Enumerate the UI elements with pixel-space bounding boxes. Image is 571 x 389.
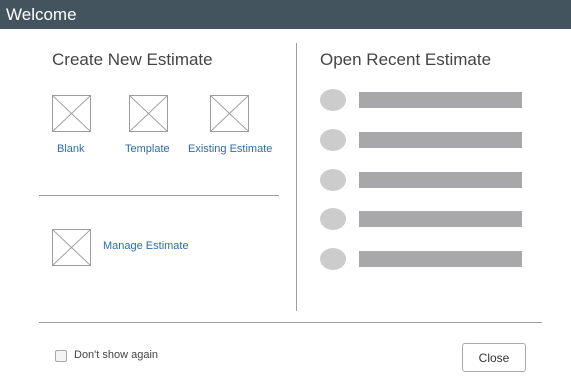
recent-estimate-item[interactable] (320, 129, 530, 151)
blank-image-placeholder-icon[interactable] (52, 95, 91, 132)
recent-item-thumbnail (320, 169, 346, 191)
recent-item-thumbnail (320, 208, 346, 230)
template-image-placeholder-icon[interactable] (129, 95, 168, 132)
recent-item-name-placeholder (359, 132, 522, 148)
recent-item-thumbnail (320, 89, 346, 111)
recent-estimate-item[interactable] (320, 169, 530, 191)
column-divider (296, 43, 297, 311)
window-title: Welcome (6, 5, 77, 24)
create-new-title: Create New Estimate (52, 50, 213, 69)
footer-divider (39, 322, 542, 323)
existing-estimate-link[interactable]: Existing Estimate (188, 143, 272, 155)
recent-item-thumbnail (320, 129, 346, 151)
recent-item-name-placeholder (359, 211, 522, 227)
recent-item-name-placeholder (359, 172, 522, 188)
manage-estimate-image-placeholder-icon[interactable] (52, 229, 91, 266)
recent-estimate-item[interactable] (320, 89, 530, 111)
dont-show-again-checkbox[interactable] (55, 350, 67, 362)
blank-link[interactable]: Blank (57, 143, 85, 155)
template-link[interactable]: Template (125, 143, 170, 155)
close-button[interactable]: Close (462, 343, 526, 372)
dont-show-again-label: Don't show again (74, 349, 159, 361)
section-divider (39, 195, 279, 196)
open-recent-title: Open Recent Estimate (320, 50, 492, 69)
recent-item-thumbnail (320, 248, 346, 270)
recent-estimate-item[interactable] (320, 248, 530, 270)
recent-estimate-item[interactable] (320, 208, 530, 230)
window-title-bar: Welcome (0, 0, 571, 29)
recent-item-name-placeholder (359, 92, 522, 108)
recent-item-name-placeholder (359, 251, 522, 267)
manage-estimate-link[interactable]: Manage Estimate (103, 240, 189, 252)
existing-estimate-image-placeholder-icon[interactable] (210, 95, 249, 132)
